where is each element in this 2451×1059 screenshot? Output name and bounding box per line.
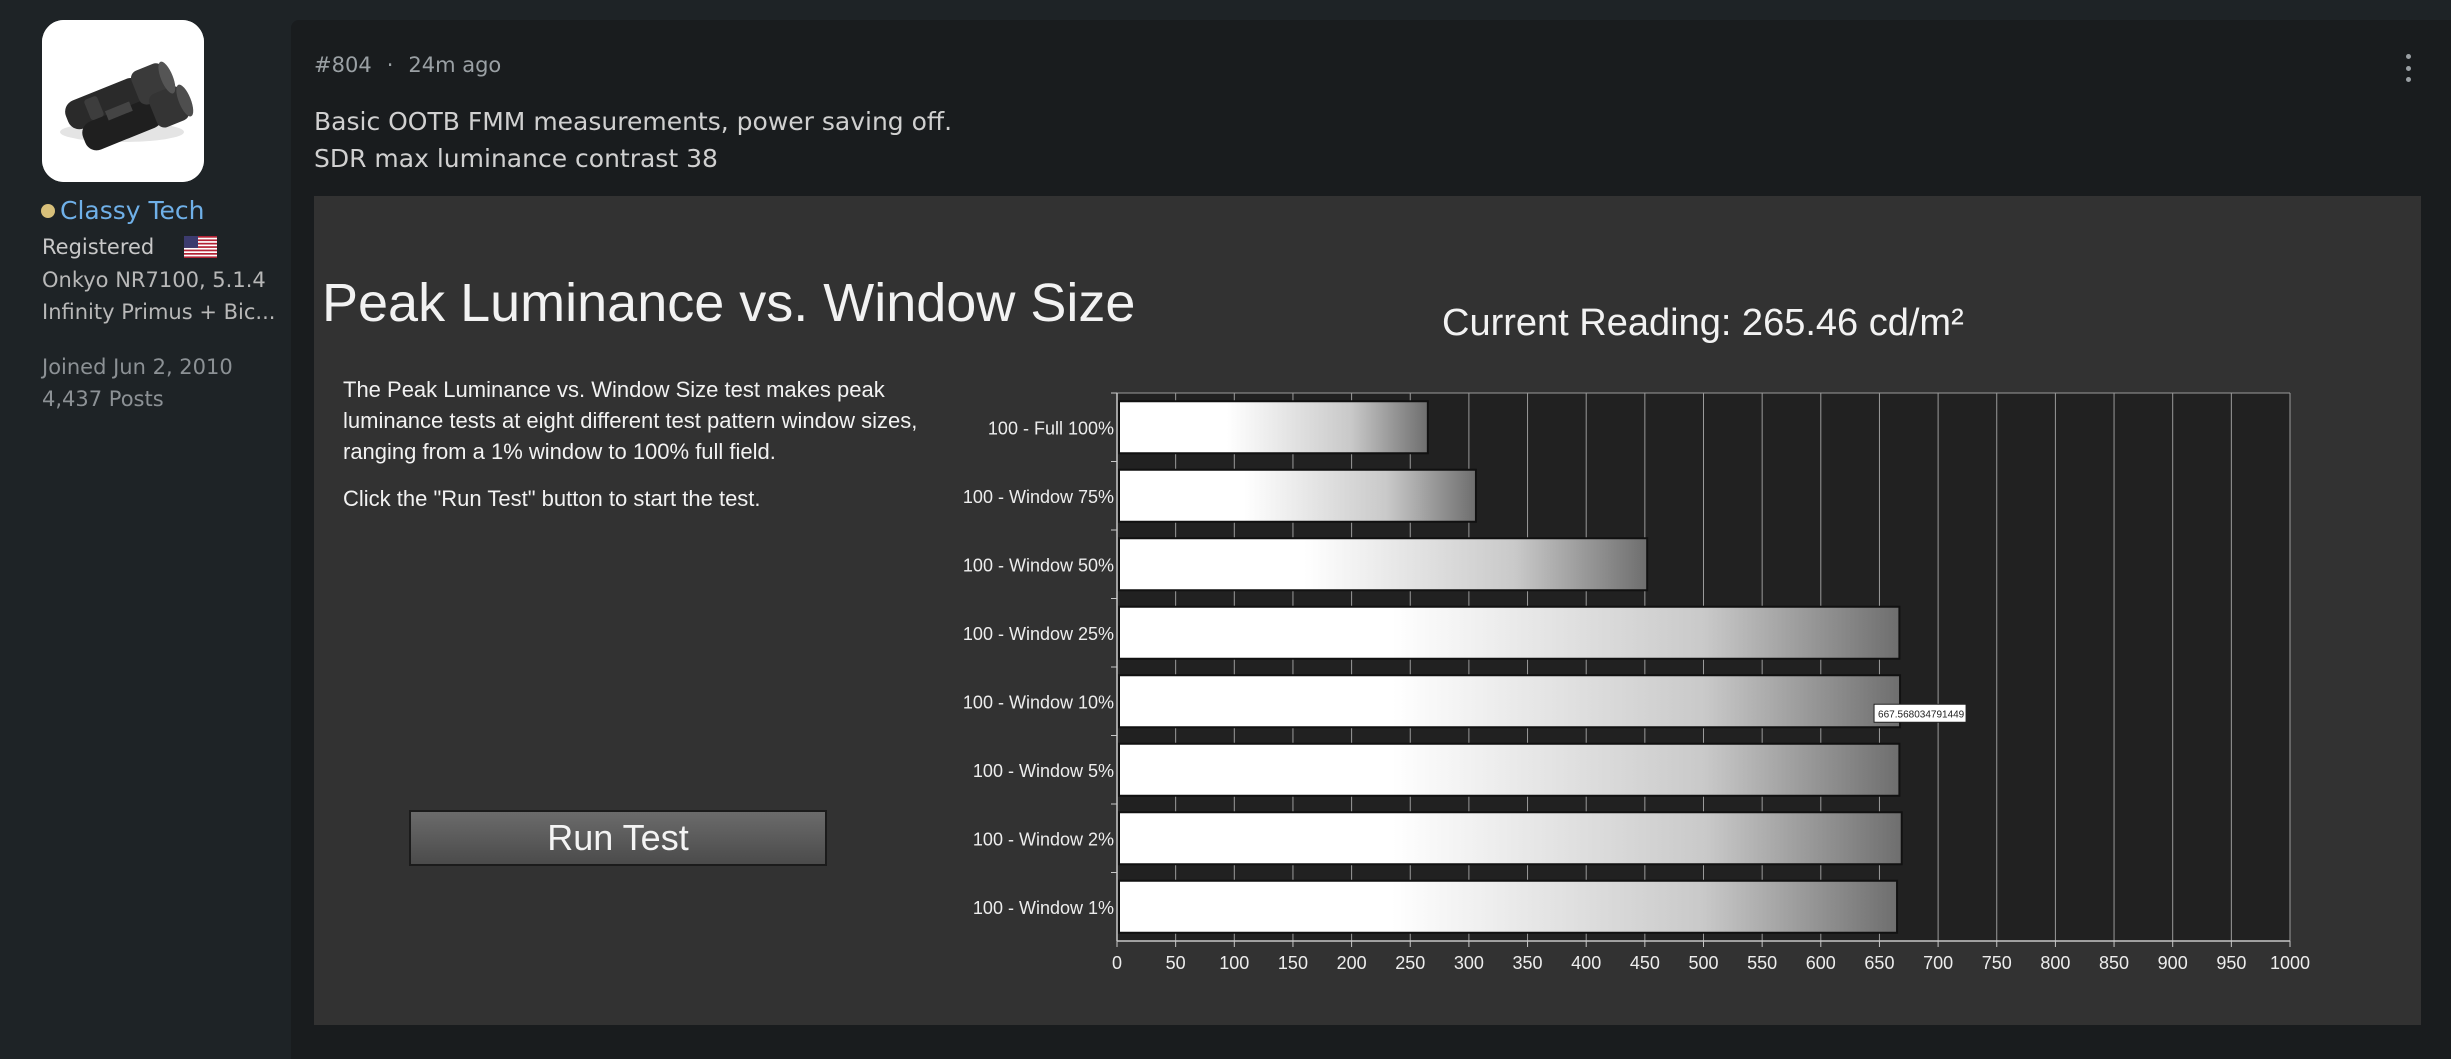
header-separator: · — [386, 53, 394, 77]
category-label: 100 - Window 50% — [963, 555, 1114, 575]
x-tick-label: 900 — [2158, 953, 2188, 973]
post-text-line-2: SDR max luminance contrast 38 — [314, 144, 718, 173]
x-tick-label: 400 — [1571, 953, 1601, 973]
bar — [1118, 879, 1899, 934]
value-tooltip-text: 667.568034791449 — [1878, 709, 1965, 720]
attached-screenshot[interactable]: Peak Luminance vs. Window Size The Peak … — [314, 196, 2421, 1025]
x-tick-label: 200 — [1337, 953, 1367, 973]
username-row: Classy Tech — [41, 196, 205, 225]
luminance-bar-chart: 0 50 100 150 200 250 300 350 400 450 500 550 600 650 7… — [963, 392, 2310, 973]
x-tick-label: 450 — [1630, 953, 1660, 973]
x-tick-label: 0 — [1112, 953, 1122, 973]
x-tick-label: 1000 — [2270, 953, 2310, 973]
x-tick-label: 700 — [1923, 953, 1953, 973]
category-label: 100 - Window 2% — [973, 829, 1114, 849]
post-number-link[interactable]: #804 — [314, 53, 372, 77]
x-tick-label: 650 — [1864, 953, 1894, 973]
bar — [1118, 468, 1477, 523]
binoculars-icon — [42, 20, 204, 182]
x-tick-label: 800 — [2040, 953, 2070, 973]
more-options-icon[interactable] — [2403, 54, 2413, 82]
category-label: 100 - Window 75% — [963, 487, 1114, 507]
bar — [1118, 400, 1429, 455]
bar — [1118, 811, 1903, 866]
x-tick-label: 950 — [2216, 953, 2246, 973]
x-tick-label: 250 — [1395, 953, 1425, 973]
x-tick-label: 100 — [1219, 953, 1249, 973]
x-tick-label: 500 — [1688, 953, 1718, 973]
user-sidebar: Classy Tech Registered Onkyo NR7100, 5.1… — [0, 0, 290, 1059]
us-flag-icon — [184, 236, 218, 258]
x-tick-label: 600 — [1806, 953, 1836, 973]
category-label: 100 - Window 1% — [973, 898, 1114, 918]
avatar[interactable] — [42, 20, 204, 182]
x-tick-label: 750 — [1982, 953, 2012, 973]
bar — [1118, 605, 1901, 660]
category-label: 100 - Full 100% — [988, 418, 1114, 438]
role-row: Registered — [42, 235, 218, 259]
x-tick-label: 850 — [2099, 953, 2129, 973]
online-status-dot — [41, 203, 55, 218]
bar — [1118, 537, 1649, 592]
join-date: Joined Jun 2, 2010 — [42, 355, 233, 379]
x-tick-label: 550 — [1747, 953, 1777, 973]
x-tick-label: 350 — [1513, 953, 1543, 973]
category-label: 100 - Window 10% — [963, 692, 1114, 712]
category-label: 100 - Window 5% — [973, 761, 1114, 781]
signature-line-1: Onkyo NR7100, 5.1.4 — [42, 268, 266, 292]
x-tick-label: 300 — [1454, 953, 1484, 973]
user-role: Registered — [42, 235, 155, 259]
post-time[interactable]: 24m ago — [408, 53, 501, 77]
bar — [1118, 674, 1902, 729]
post-header: #804 · 24m ago — [314, 53, 501, 77]
category-label: 100 - Window 25% — [963, 624, 1114, 644]
bar — [1118, 742, 1901, 797]
signature-line-2: Infinity Primus + Bic... — [42, 300, 276, 324]
post-count: 4,437 Posts — [42, 387, 164, 411]
post-text-line-1: Basic OOTB FMM measurements, power savin… — [314, 107, 953, 136]
x-tick-label: 150 — [1278, 953, 1308, 973]
x-tick-label: 50 — [1166, 953, 1186, 973]
username-link[interactable]: Classy Tech — [60, 196, 205, 225]
